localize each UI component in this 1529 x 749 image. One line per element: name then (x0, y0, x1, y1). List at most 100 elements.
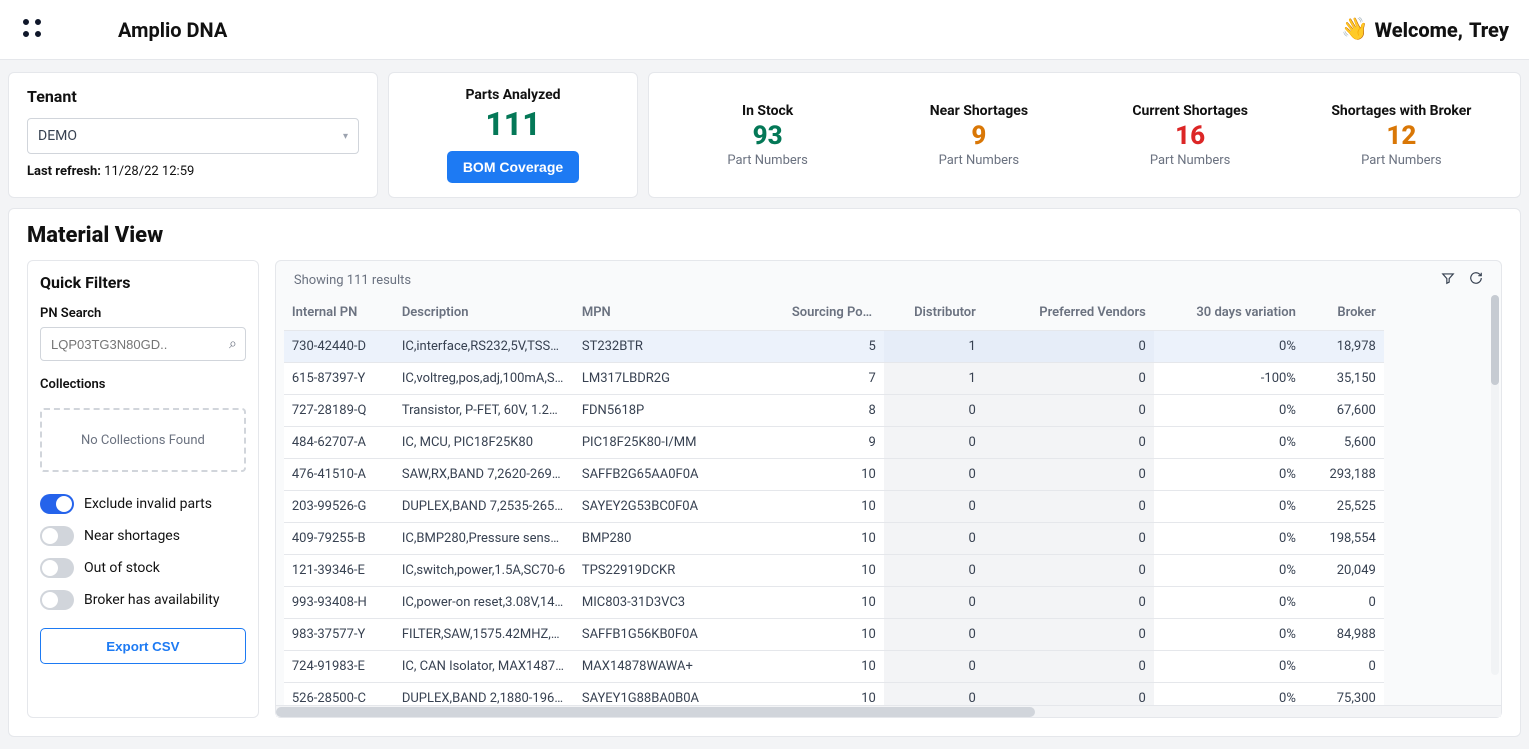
table-cell[interactable]: 1 (884, 362, 984, 394)
table-cell[interactable]: 0% (1154, 586, 1304, 618)
table-cell[interactable]: 10 (784, 522, 884, 554)
table-cell[interactable]: -100% (1154, 362, 1304, 394)
table-cell[interactable]: MAX14878WAWA+ (574, 650, 784, 682)
table-cell[interactable]: TPS22919DCKR (574, 554, 784, 586)
table-cell[interactable]: FILTER,SAW,1575.42MHZ,5… (394, 618, 574, 650)
table-cell[interactable]: 10 (784, 682, 884, 705)
table-cell[interactable]: IC,power-on reset,3.08V,14… (394, 586, 574, 618)
table-cell[interactable]: SAW,RX,BAND 7,2620-269… (394, 458, 574, 490)
table-cell[interactable]: 0 (984, 362, 1154, 394)
table-cell[interactable]: 730-42440-D (284, 330, 394, 362)
table-cell[interactable]: 484-62707-A (284, 426, 394, 458)
col-header-3[interactable]: Sourcing Po…↑ (784, 295, 884, 330)
table-cell[interactable]: DUPLEX,BAND 7,2535-265… (394, 490, 574, 522)
table-cell[interactable]: SAYEY2G53BC0F0A (574, 490, 784, 522)
table-cell[interactable]: 0 (984, 682, 1154, 705)
table-cell[interactable]: 0 (984, 650, 1154, 682)
table-cell[interactable]: 476-41510-A (284, 458, 394, 490)
table-cell[interactable]: 0% (1154, 618, 1304, 650)
table-cell[interactable]: 9 (784, 426, 884, 458)
table-cell[interactable]: MIC803-31D3VC3 (574, 586, 784, 618)
table-cell[interactable]: 0 (984, 458, 1154, 490)
col-header-0[interactable]: Internal PN (284, 295, 394, 330)
col-header-1[interactable]: Description (394, 295, 574, 330)
table-cell[interactable]: SAFFB1G56KB0F0A (574, 618, 784, 650)
table-cell[interactable]: 84,988 (1304, 618, 1384, 650)
table-cell[interactable]: IC,BMP280,Pressure sensor… (394, 522, 574, 554)
table-cell[interactable]: 0% (1154, 682, 1304, 705)
table-cell[interactable]: 0% (1154, 458, 1304, 490)
table-cell[interactable]: 0 (984, 554, 1154, 586)
col-header-6[interactable]: 30 days variation (1154, 295, 1304, 330)
col-header-5[interactable]: Preferred Vendors (984, 295, 1154, 330)
table-cell[interactable]: SAYEY1G88BA0B0A (574, 682, 784, 705)
table-cell[interactable]: 0 (984, 330, 1154, 362)
table-cell[interactable]: 10 (784, 458, 884, 490)
table-cell[interactable]: 0 (884, 682, 984, 705)
toggle-switch[interactable] (40, 590, 74, 610)
table-cell[interactable]: FDN5618P (574, 394, 784, 426)
col-header-4[interactable]: Distributor (884, 295, 984, 330)
table-cell[interactable]: 0% (1154, 426, 1304, 458)
table-cell[interactable]: 0 (984, 586, 1154, 618)
table-cell[interactable]: 10 (784, 618, 884, 650)
table-cell[interactable]: 0% (1154, 330, 1304, 362)
table-cell[interactable]: 0 (884, 586, 984, 618)
table-cell[interactable]: 0% (1154, 490, 1304, 522)
toggle-switch[interactable] (40, 526, 74, 546)
pn-search-wrap[interactable]: ⌕ (40, 327, 246, 361)
filter-icon[interactable] (1441, 271, 1455, 289)
table-cell[interactable]: 35,150 (1304, 362, 1384, 394)
table-cell[interactable]: 526-28500-C (284, 682, 394, 705)
tenant-select[interactable]: DEMO ▾ (27, 118, 359, 154)
table-cell[interactable]: LM317LBDR2G (574, 362, 784, 394)
toggle-switch[interactable] (40, 494, 74, 514)
table-cell[interactable]: Transistor, P-FET, 60V, 1.2… (394, 394, 574, 426)
table-cell[interactable]: BMP280 (574, 522, 784, 554)
table-cell[interactable]: 0 (1304, 586, 1384, 618)
table-cell[interactable]: 0 (884, 490, 984, 522)
export-csv-button[interactable]: Export CSV (40, 628, 246, 664)
table-cell[interactable]: 0 (984, 618, 1154, 650)
table-cell[interactable]: 18,978 (1304, 330, 1384, 362)
table-cell[interactable]: 121-39346-E (284, 554, 394, 586)
table-cell[interactable]: SAFFB2G65AA0F0A (574, 458, 784, 490)
table-cell[interactable]: 67,600 (1304, 394, 1384, 426)
table-cell[interactable]: 203-99526-G (284, 490, 394, 522)
table-cell[interactable]: 7 (784, 362, 884, 394)
table-cell[interactable]: 5,600 (1304, 426, 1384, 458)
table-cell[interactable]: IC, MCU, PIC18F25K80 (394, 426, 574, 458)
table-cell[interactable]: 20,049 (1304, 554, 1384, 586)
table-cell[interactable]: IC, CAN Isolator, MAX1487… (394, 650, 574, 682)
table-cell[interactable]: 0 (884, 394, 984, 426)
table-cell[interactable]: 0 (884, 554, 984, 586)
table-cell[interactable]: 0 (1304, 650, 1384, 682)
bom-coverage-button[interactable]: BOM Coverage (447, 151, 579, 183)
table-cell[interactable]: 10 (784, 650, 884, 682)
table-cell[interactable]: 10 (784, 490, 884, 522)
horizontal-scrollbar-thumb[interactable] (276, 707, 1036, 717)
table-cell[interactable]: DUPLEX,BAND 2,1880-196… (394, 682, 574, 705)
refresh-icon[interactable] (1469, 271, 1483, 289)
table-cell[interactable]: 0 (884, 458, 984, 490)
table-cell[interactable]: 10 (784, 554, 884, 586)
table-cell[interactable]: 727-28189-Q (284, 394, 394, 426)
table-scroll[interactable]: Internal PNDescriptionMPNSourcing Po…↑Di… (276, 295, 1501, 705)
table-cell[interactable]: 0 (884, 522, 984, 554)
table-cell[interactable]: 0% (1154, 394, 1304, 426)
table-cell[interactable]: 0 (984, 522, 1154, 554)
table-cell[interactable]: 5 (784, 330, 884, 362)
table-cell[interactable]: PIC18F25K80-I/MM (574, 426, 784, 458)
table-cell[interactable]: 0% (1154, 554, 1304, 586)
col-header-7[interactable]: Broker (1304, 295, 1384, 330)
table-cell[interactable]: 0% (1154, 522, 1304, 554)
table-cell[interactable]: 25,525 (1304, 490, 1384, 522)
table-cell[interactable]: 8 (784, 394, 884, 426)
table-cell[interactable]: 0 (884, 650, 984, 682)
table-cell[interactable]: 983-37577-Y (284, 618, 394, 650)
table-cell[interactable]: 0 (884, 426, 984, 458)
table-cell[interactable]: 0 (884, 618, 984, 650)
table-cell[interactable]: 75,300 (1304, 682, 1384, 705)
table-cell[interactable]: 993-93408-H (284, 586, 394, 618)
table-cell[interactable]: 1 (884, 330, 984, 362)
